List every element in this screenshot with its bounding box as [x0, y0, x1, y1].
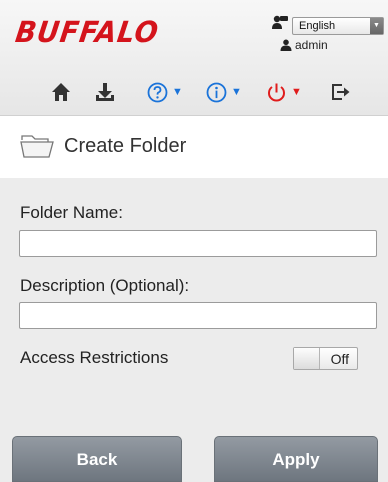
toggle-knob [294, 348, 320, 369]
page-header: Create Folder [0, 117, 388, 175]
help-icon [147, 82, 168, 102]
description-label: Description (Optional): [20, 276, 190, 295]
home-icon [52, 83, 70, 101]
power-icon [268, 83, 285, 101]
download-button[interactable] [95, 74, 115, 110]
folder-name-input[interactable] [19, 230, 377, 257]
chevron-down-icon: ▼ [370, 18, 383, 34]
power-menu-button[interactable]: ▼ [266, 74, 302, 110]
back-button[interactable]: Back [12, 436, 182, 482]
help-menu-button[interactable]: ▼ [147, 74, 183, 110]
apply-button[interactable]: Apply [214, 436, 378, 482]
info-icon [206, 82, 227, 102]
chevron-down-icon: ▼ [231, 85, 242, 98]
user-name: admin [295, 38, 328, 52]
toggle-state: Off [330, 351, 349, 367]
description-input[interactable] [19, 302, 377, 329]
buffalo-logo: BUFFALO [13, 16, 162, 50]
language-icon [272, 15, 288, 29]
info-menu-button[interactable]: ▼ [206, 74, 242, 110]
download-icon [96, 83, 114, 101]
logout-button[interactable] [331, 74, 351, 110]
access-restrictions-label: Access Restrictions [20, 348, 169, 367]
language-select[interactable]: English ▼ [292, 17, 384, 35]
chevron-down-icon: ▼ [291, 85, 302, 98]
page-title: Create Folder [64, 134, 187, 157]
user-indicator: admin [280, 38, 328, 52]
header: BUFFALO English ▼ admin ▼ ▼ ▼ [0, 0, 388, 116]
home-button[interactable] [51, 74, 71, 110]
toolbar: ▼ ▼ ▼ [0, 74, 388, 110]
language-selected: English [299, 20, 336, 32]
chevron-down-icon: ▼ [172, 85, 183, 98]
user-icon [280, 39, 292, 51]
access-restrictions-toggle[interactable]: Off [293, 347, 358, 370]
folder-icon [20, 135, 54, 158]
folder-name-label: Folder Name: [20, 203, 123, 222]
logout-icon [332, 84, 350, 100]
